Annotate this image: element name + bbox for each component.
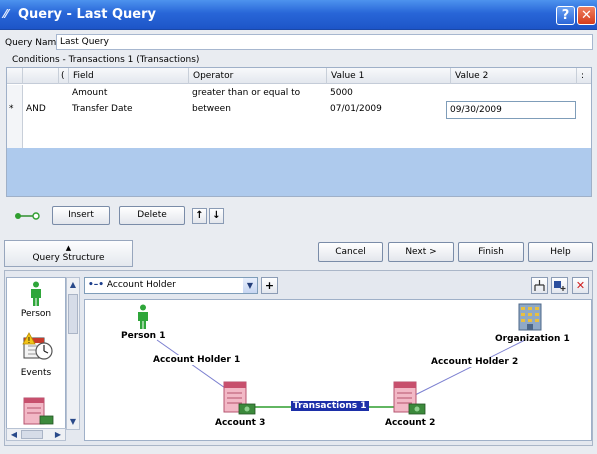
scroll-up-icon[interactable]: ▲ <box>67 279 79 291</box>
row-selector[interactable] <box>7 117 23 133</box>
connector-cell[interactable] <box>23 85 26 101</box>
paren-column-header[interactable]: ( <box>59 68 69 84</box>
value2-cell[interactable] <box>451 85 454 101</box>
palette-vertical-scrollbar[interactable]: ▲ ▼ <box>66 277 80 430</box>
value1-cell[interactable]: 07/01/2009 <box>327 101 382 117</box>
add-node-button[interactable] <box>551 277 568 294</box>
edge-label[interactable]: Account Holder 1 <box>152 355 242 365</box>
hierarchy-layout-button[interactable] <box>531 277 548 294</box>
scroll-thumb[interactable] <box>68 294 78 334</box>
row-selector[interactable] <box>7 85 23 101</box>
link-type-icon: •–• <box>88 280 105 290</box>
scroll-left-icon[interactable]: ◀ <box>8 429 20 441</box>
connector-column-header <box>23 68 59 84</box>
palette-item-events[interactable]: ! Events <box>7 332 65 386</box>
delete-button[interactable]: Delete <box>119 206 185 225</box>
condition-row[interactable]: Amount greater than or equal to 5000 <box>7 85 591 101</box>
value1-column-header[interactable]: Value 1 <box>327 68 451 84</box>
help-button[interactable]: Help <box>528 242 593 262</box>
hierarchy-icon <box>534 280 545 291</box>
window-title: Query - Last Query <box>18 7 156 22</box>
help-title-button[interactable]: ? <box>556 6 575 25</box>
node-label[interactable]: Organization 1 <box>495 334 570 344</box>
palette-horizontal-scrollbar[interactable]: ◀ ▶ <box>6 428 66 441</box>
cancel-button[interactable]: Cancel <box>318 242 383 262</box>
query-window-icon: ⁄⁄ <box>4 7 9 21</box>
scroll-right-icon[interactable]: ▶ <box>52 429 64 441</box>
collapse-arrow-icon: ▲ <box>65 244 72 252</box>
edge-label[interactable]: Account Holder 2 <box>430 357 520 367</box>
operator-cell[interactable]: greater than or equal to <box>189 85 300 101</box>
conditions-label: Conditions - Transactions 1 (Transaction… <box>12 55 200 65</box>
entity-palette[interactable]: Person ! Events <box>6 277 66 439</box>
insert-button[interactable]: Insert <box>52 206 110 225</box>
organization-icon[interactable] <box>513 300 547 334</box>
events-icon: ! <box>22 332 53 360</box>
title-bar: ⁄⁄ Query - Last Query ? ✕ <box>0 0 597 30</box>
field-cell[interactable]: Transfer Date <box>69 101 133 117</box>
query-structure-canvas[interactable]: Person 1 Organization 1 Account 3 Accoun… <box>84 299 592 441</box>
account-icon[interactable] <box>391 380 429 420</box>
link-condition-icon[interactable] <box>14 211 40 221</box>
query-structure-label: Query Structure <box>32 253 105 263</box>
svg-text:!: ! <box>27 336 30 345</box>
grid-empty-area <box>7 148 591 196</box>
link-type-value: Account Holder <box>106 280 176 290</box>
palette-label: Person <box>20 309 52 319</box>
value1-cell[interactable]: 5000 <box>327 85 353 101</box>
node-label[interactable]: Person 1 <box>121 331 165 341</box>
account-icon[interactable] <box>221 380 259 420</box>
connector-cell[interactable]: AND <box>23 101 46 117</box>
close-window-button[interactable]: ✕ <box>577 6 596 25</box>
edge-label-selected[interactable]: Transactions 1 <box>291 401 369 411</box>
query-structure-toggle[interactable]: ▲ Query Structure <box>4 240 133 267</box>
next-button[interactable]: Next > <box>388 242 454 262</box>
node-label[interactable]: Account 2 <box>385 418 435 428</box>
person-icon[interactable] <box>135 303 151 331</box>
edge-line <box>414 339 526 396</box>
move-down-button[interactable]: ↓ <box>209 208 224 224</box>
node-label[interactable]: Account 3 <box>215 418 265 428</box>
add-link-button[interactable]: + <box>261 277 278 294</box>
person-icon <box>31 281 41 306</box>
grid-header: ( Field Operator Value 1 Value 2 : <box>7 68 591 84</box>
field-column-header[interactable]: Field <box>69 68 189 84</box>
add-node-icon <box>554 281 566 291</box>
row-selector[interactable] <box>7 133 23 148</box>
value2-edit-field[interactable]: 09/30/2009 <box>446 101 576 119</box>
finish-button[interactable]: Finish <box>458 242 524 262</box>
chevron-down-icon[interactable]: ▼ <box>243 278 257 293</box>
value2-column-header[interactable]: Value 2 <box>451 68 577 84</box>
operator-cell[interactable]: between <box>189 101 231 117</box>
field-cell[interactable]: Amount <box>69 85 107 101</box>
scroll-thumb[interactable] <box>21 430 43 439</box>
palette-item-person[interactable]: Person <box>7 278 65 330</box>
account-icon <box>23 397 54 425</box>
conditions-grid[interactable]: ( Field Operator Value 1 Value 2 : Amoun… <box>6 67 592 197</box>
link-type-select[interactable]: •–• Account Holder ▼ <box>84 277 258 294</box>
extra-column-header[interactable]: : <box>577 68 591 84</box>
delete-node-button[interactable]: ✕ <box>572 277 589 294</box>
move-up-button[interactable]: ↑ <box>192 208 207 224</box>
palette-label: Events <box>20 368 52 378</box>
operator-column-header[interactable]: Operator <box>189 68 327 84</box>
query-name-input[interactable]: Last Query <box>56 34 593 50</box>
row-selector[interactable]: * <box>7 101 23 117</box>
scroll-down-icon[interactable]: ▼ <box>67 416 79 428</box>
row-header-corner <box>7 68 23 84</box>
